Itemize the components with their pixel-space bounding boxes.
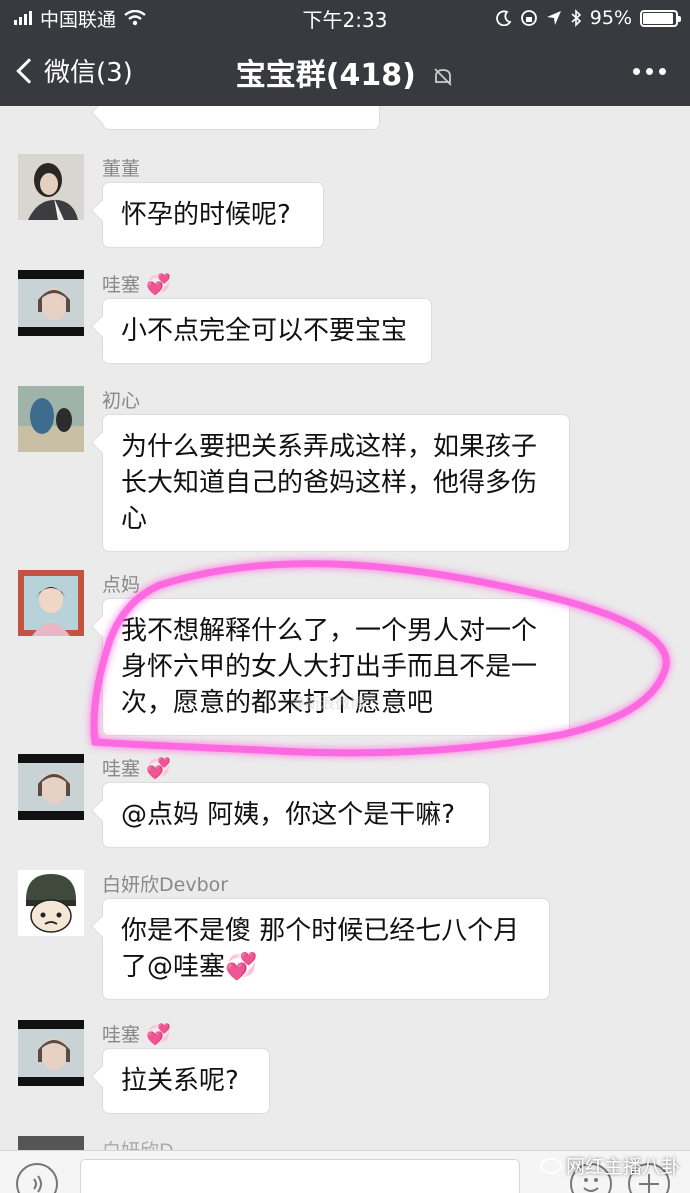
avatar[interactable] [18,870,84,936]
sender-label: 哇塞 [102,1024,141,1046]
sender-name: 董董 [102,158,141,180]
message-bubble[interactable]: 拉关系呢? [102,1048,270,1114]
sender-name: 白妍欣Devbor [102,874,229,896]
sender-name: 哇塞 💞 [102,754,171,781]
avatar[interactable] [18,270,84,336]
sender-name: 初心 [102,390,141,412]
wechat-logo-icon [540,1157,562,1174]
message-bubble[interactable]: @点妈 阿姨，你这个是干嘛? [102,782,490,848]
rotation-lock-icon [520,10,537,26]
sender-name: 点妈 [102,574,141,596]
more-button[interactable] [633,68,666,75]
sender-label: 哇塞 [102,758,141,780]
message-line: 你是不是傻 那个时候已经七八个月 [121,916,520,946]
voice-button[interactable] [16,1163,58,1193]
sender-name: 哇塞 💞 [102,270,171,297]
watermark: 网红主播八卦 [540,1152,680,1179]
moon-icon [495,10,512,26]
voice-icon [33,1175,42,1193]
battery-percent: 95% [589,7,632,29]
mute-icon [434,67,452,86]
page-title: 宝宝群(418) [0,50,690,94]
avatar[interactable] [18,1136,84,1150]
heart-icon: 💞 [146,272,171,296]
message-bubble[interactable]: 小不点完全可以不要宝宝 [102,298,432,364]
carrier-label: 中国联通 [40,8,117,31]
avatar[interactable] [18,570,84,636]
more-dots-icon [633,68,640,75]
chat-list[interactable]: 董董 怀孕的时候呢? 哇塞 💞 小不点完全可以不要宝宝 初心 为什么要把关系弄成… [0,106,690,1150]
avatar[interactable] [18,154,84,220]
message-bubble[interactable]: 为什么要把关系弄成这样，如果孩子 长大知道自己的爸妈这样，他得多伤 心 [102,414,570,552]
heart-icon: 💞 [146,1022,171,1046]
avatar[interactable] [18,386,84,452]
status-bar: 中国联通 下午2:33 95% [0,0,690,36]
wifi-icon [124,10,146,26]
heart-icon: 💞 [225,952,258,982]
message-bubble[interactable]: 怀孕的时候呢? [102,182,324,248]
message-bubble[interactable]: 你是不是傻 那个时候已经七八个月 了@哇塞💞 [102,898,550,1000]
group-title: 宝宝群(418) [235,58,416,93]
signal-icon [14,11,32,25]
message-bubble[interactable] [102,106,380,130]
sender-label: 哇塞 [102,274,141,296]
sender-name: 白妍欣D... [102,1136,192,1150]
location-icon [546,11,561,25]
avatar[interactable] [18,754,84,820]
message-line: 了@哇塞 [121,952,226,982]
nav-bar: 微信(3) 宝宝群(418) [0,36,690,106]
sender-name: 哇塞 💞 [102,1020,171,1047]
message-bubble[interactable]: 我不想解释什么了，一个男人对一个 身怀六甲的女人大打出手而且不是一 次，愿意的都… [102,598,570,736]
avatar[interactable] [18,1020,84,1086]
bluetooth-icon [571,9,581,27]
battery-icon [640,9,681,27]
message-input[interactable] [80,1159,520,1193]
watermark-text: 网红主播八卦 [566,1156,681,1178]
faint-watermark: @新浪微博 [290,694,366,712]
heart-icon: 💞 [146,756,171,780]
